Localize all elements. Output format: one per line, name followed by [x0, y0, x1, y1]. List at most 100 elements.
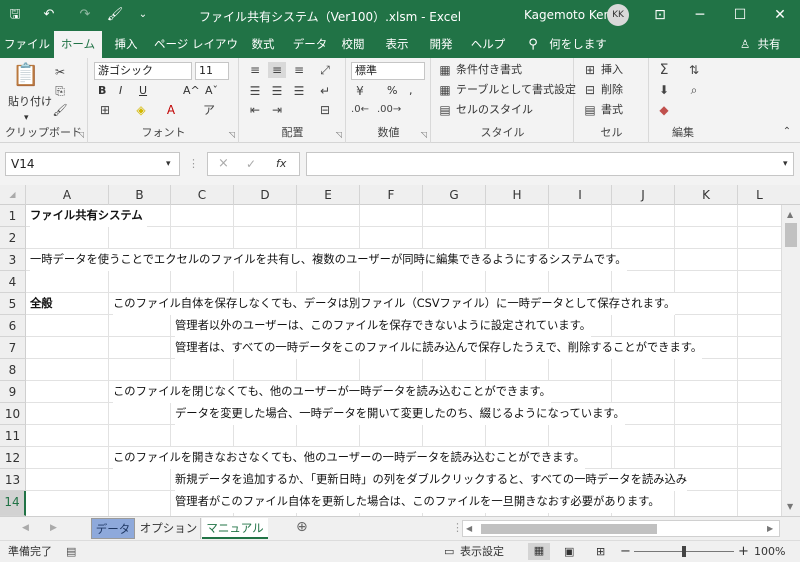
format-as-table-button[interactable]: テーブルとして書式設定 [456, 82, 576, 98]
tab-page-layout[interactable]: ページ レイアウト [150, 31, 242, 78]
column-header-g[interactable]: G [423, 185, 486, 205]
zoom-in-button[interactable]: + [738, 544, 749, 560]
customize-quick-access-icon[interactable]: ⌄ [136, 7, 150, 23]
column-header-d[interactable]: D [234, 185, 297, 205]
row-header[interactable]: 10 [0, 403, 26, 425]
scroll-down-icon[interactable]: ▼ [787, 499, 793, 515]
font-name-select[interactable]: 游ゴシック [94, 62, 192, 80]
page-break-view-icon[interactable]: ⊞ [596, 544, 605, 560]
name-box-dropdown-icon[interactable]: ▾ [166, 156, 171, 172]
zoom-level[interactable]: 100% [754, 544, 785, 560]
row-header[interactable]: 12 [0, 447, 26, 469]
user-name[interactable]: Kagemoto Kenji [524, 8, 618, 22]
column-header-j[interactable]: J [612, 185, 675, 205]
align-bottom-icon[interactable]: ≡ [290, 62, 308, 78]
row-header[interactable]: 3 [0, 249, 26, 271]
redo-icon[interactable]: ↷ [76, 7, 94, 23]
tab-view[interactable]: 表示 [380, 31, 414, 58]
scroll-thumb[interactable] [785, 223, 797, 247]
cell-c6[interactable]: 管理者以外のユーザーは、このファイルを保存できないように設定されています。 [175, 315, 592, 337]
column-header-l[interactable]: L [738, 185, 781, 205]
save-icon[interactable]: 🖫 [6, 7, 24, 23]
cancel-entry-icon[interactable]: × [218, 156, 229, 172]
align-top-icon[interactable]: ≡ [246, 62, 264, 78]
row-header[interactable]: 7 [0, 337, 26, 359]
row-header[interactable]: 9 [0, 381, 26, 403]
cell-b12[interactable]: このファイルを開きなおさなくても、他のユーザーの一時データを読み込むことができま… [113, 447, 585, 469]
autosum-icon[interactable]: Σ [656, 62, 672, 78]
tab-home[interactable]: ホーム [54, 31, 102, 58]
fill-color-icon[interactable]: ◈ [133, 102, 149, 118]
row-header[interactable]: 1 [0, 205, 26, 227]
display-settings-button[interactable]: 表示設定 [460, 544, 504, 560]
cell-c13[interactable]: 新規データを追加するか、「更新日時」の列をダブルクリックすると、すべての一時デー… [175, 469, 688, 491]
align-middle-icon[interactable]: ≡ [268, 62, 286, 78]
horizontal-scroll-thumb[interactable] [481, 524, 657, 534]
row-header[interactable]: 2 [0, 227, 26, 249]
column-header-i[interactable]: I [549, 185, 612, 205]
clipboard-launcher-icon[interactable]: ◹ [78, 130, 84, 139]
prev-sheet-icon[interactable]: ◀ [22, 520, 29, 536]
column-header-e[interactable]: E [297, 185, 360, 205]
font-color-icon[interactable]: A [163, 102, 179, 118]
sheet-tab-manual[interactable]: マニュアル [202, 518, 268, 539]
select-all-button[interactable]: ◢ [0, 185, 26, 205]
cell-a3[interactable]: 一時データを使うことでエクセルのファイルを共有し、複数のユーザーが同時に編集でき… [30, 249, 627, 271]
align-center-icon[interactable]: ☰ [268, 83, 286, 99]
tab-help[interactable]: ヘルプ [468, 31, 508, 58]
worksheet-grid[interactable]: ファイル共有システム 一時データを使うことでエクセルのファイルを共有し、複数のユ… [26, 205, 781, 516]
splitter-handle-icon[interactable]: ⋮ [188, 156, 199, 172]
row-header[interactable]: 4 [0, 271, 26, 293]
cell-b5[interactable]: このファイル自体を保存しなくても、データは別ファイル（CSVファイル）に一時デー… [113, 293, 676, 315]
scroll-right-icon[interactable]: ▶ [767, 521, 773, 537]
next-sheet-icon[interactable]: ▶ [50, 520, 57, 536]
share-button[interactable]: 共有 [754, 31, 784, 58]
cell-a1[interactable]: ファイル共有システム [30, 205, 147, 227]
tab-file[interactable]: ファイル [4, 31, 50, 58]
sheet-tab-options[interactable]: オプション [137, 518, 201, 539]
copy-icon[interactable]: ⎘ [52, 83, 68, 99]
vertical-scrollbar[interactable]: ▲ ▼ [781, 205, 800, 516]
font-launcher-icon[interactable]: ◹ [229, 130, 235, 139]
comma-button[interactable]: , [409, 83, 413, 99]
align-left-icon[interactable]: ☰ [246, 83, 264, 99]
tab-developer[interactable]: 開発 [424, 31, 458, 58]
maximize-button[interactable]: ☐ [720, 0, 760, 31]
format-painter-icon[interactable]: 🖌 [52, 102, 68, 118]
number-format-select[interactable]: 標準 [351, 62, 425, 80]
name-box[interactable]: V14 [5, 152, 180, 176]
collapse-ribbon-icon[interactable]: ⌃ [780, 124, 794, 140]
normal-view-icon[interactable]: ▦ [528, 543, 550, 560]
avatar[interactable]: KK [607, 4, 629, 26]
find-select-icon[interactable]: ⌕ [686, 82, 702, 98]
tell-me-search[interactable]: 何をしますか [546, 31, 610, 78]
scroll-up-icon[interactable]: ▲ [787, 207, 793, 223]
add-sheet-icon[interactable]: ⊕ [296, 519, 308, 535]
column-header-b[interactable]: B [109, 185, 171, 205]
close-button[interactable]: ✕ [760, 0, 800, 31]
grow-font-button[interactable]: A^ [183, 83, 200, 99]
decrease-indent-icon[interactable]: ⇤ [246, 102, 264, 118]
cell-styles-button[interactable]: セルのスタイル [456, 102, 533, 118]
tab-insert[interactable]: 挿入 [106, 31, 146, 58]
currency-icon[interactable]: ¥ [351, 83, 369, 99]
horizontal-scrollbar[interactable]: ◀ ▶ [462, 520, 780, 537]
cell-b9[interactable]: このファイルを閉じなくても、他のユーザーが一時データを読み込むことができます。 [113, 381, 551, 403]
row-header[interactable]: 5 [0, 293, 26, 315]
cell-c10[interactable]: データを変更した場合、一時データを開いて変更したのち、綴じるようになっています。 [175, 403, 625, 425]
format-painter-icon[interactable]: 🖌 [106, 7, 124, 23]
bold-button[interactable]: B [98, 83, 106, 99]
percent-button[interactable]: % [387, 83, 397, 99]
fill-icon[interactable]: ⬇ [656, 82, 672, 98]
column-header-a[interactable]: A [26, 185, 109, 205]
increase-decimal-icon[interactable]: .0← [351, 102, 369, 118]
delete-cells-button[interactable]: 削除 [601, 82, 623, 98]
row-header[interactable]: 11 [0, 425, 26, 447]
column-header-h[interactable]: H [486, 185, 549, 205]
merge-center-icon[interactable]: ⊟ [316, 102, 334, 118]
format-cells-button[interactable]: 書式 [601, 102, 623, 118]
underline-button[interactable]: U [139, 83, 147, 99]
conditional-formatting-button[interactable]: 条件付き書式 [456, 62, 522, 78]
column-header-k[interactable]: K [675, 185, 738, 205]
align-right-icon[interactable]: ☰ [290, 83, 308, 99]
